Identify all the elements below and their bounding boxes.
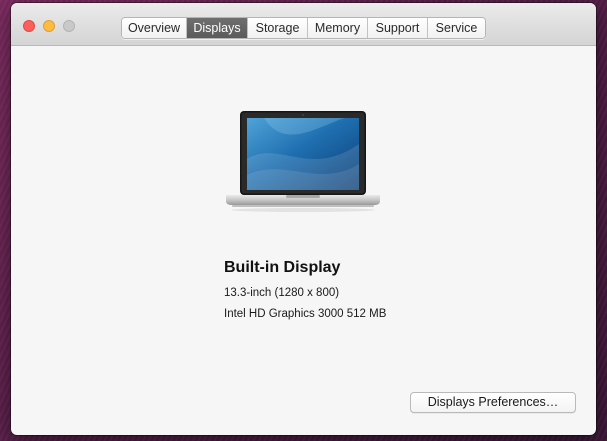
tab-service[interactable]: Service [428, 18, 485, 38]
graphics-info: Intel HD Graphics 3000 512 MB [224, 308, 387, 320]
close-button[interactable] [23, 20, 35, 32]
zoom-button[interactable] [63, 20, 75, 32]
title-bar: Overview Displays Storage Memory Support… [11, 3, 596, 46]
tab-overview[interactable]: Overview [122, 18, 187, 38]
tab-bar: Overview Displays Storage Memory Support… [121, 17, 486, 39]
tab-memory[interactable]: Memory [308, 18, 368, 38]
display-size: 13.3-inch (1280 x 800) [224, 287, 340, 299]
tab-displays[interactable]: Displays [187, 18, 248, 38]
tab-storage[interactable]: Storage [248, 18, 308, 38]
display-name: Built-in Display [224, 259, 341, 276]
laptop-icon [226, 111, 380, 212]
about-this-mac-window: Overview Displays Storage Memory Support… [11, 3, 596, 435]
minimize-button[interactable] [43, 20, 55, 32]
displays-preferences-button[interactable]: Displays Preferences… [410, 392, 576, 413]
tab-support[interactable]: Support [368, 18, 428, 38]
